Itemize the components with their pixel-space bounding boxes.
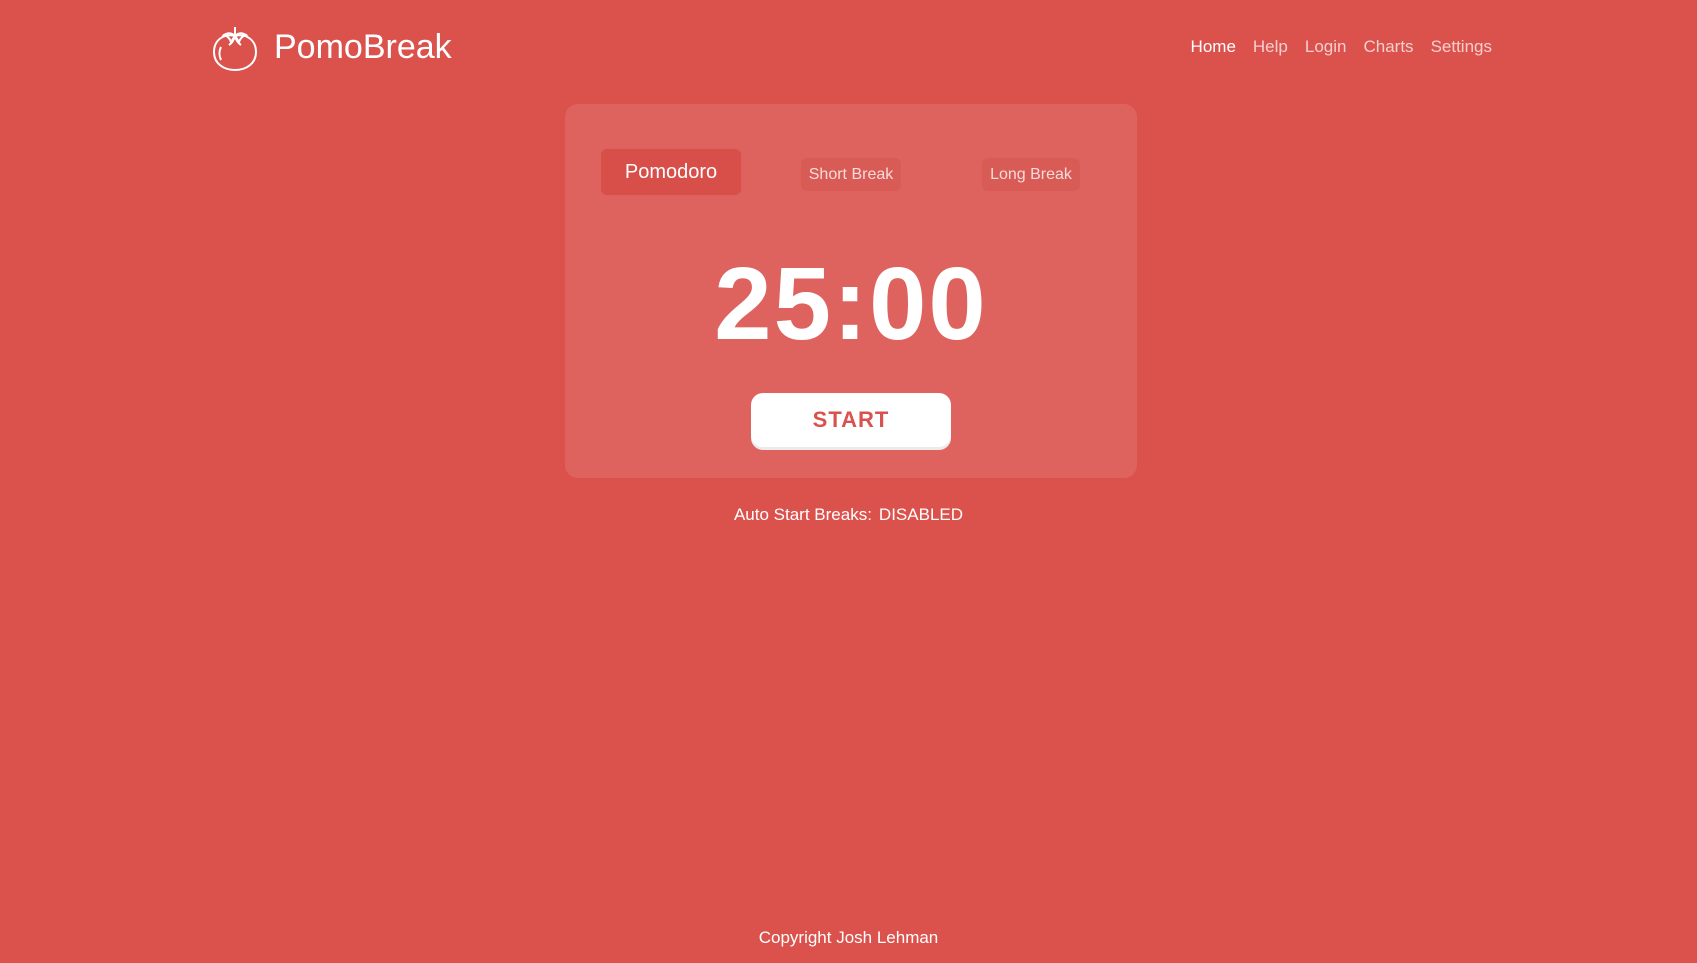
nav-login-link[interactable]: Login	[1305, 37, 1347, 57]
nav-home-link[interactable]: Home	[1191, 37, 1236, 57]
nav-settings-link[interactable]: Settings	[1431, 37, 1492, 57]
auto-start-value[interactable]: DISABLED	[879, 505, 963, 524]
copyright-text: Copyright Josh Lehman	[758, 928, 939, 947]
nav-charts-link[interactable]: Charts	[1363, 37, 1413, 57]
start-button[interactable]: START	[751, 393, 951, 447]
top-header: PomoBreak Home Help Login Charts Setting…	[210, 22, 1492, 74]
auto-start-label: Auto Start Breaks:	[733, 505, 872, 524]
tab-short-break[interactable]: Short Break	[801, 158, 901, 191]
timer-card: Pomodoro Short Break Long Break 25:00 ST…	[565, 104, 1137, 478]
nav-help-link[interactable]: Help	[1253, 37, 1288, 57]
auto-start-breaks-status: Auto Start Breaks: DISABLED	[0, 505, 1697, 525]
countdown-timer: 25:00	[714, 246, 988, 361]
pomobreak-page: { "header": { "brand_name": "PomoBreak",…	[0, 0, 1697, 963]
footer: Copyright Josh Lehman	[0, 928, 1697, 948]
tab-long-break[interactable]: Long Break	[982, 158, 1080, 191]
main-nav: Home Help Login Charts Settings	[1191, 37, 1492, 57]
tomato-icon	[210, 22, 260, 72]
brand[interactable]: PomoBreak	[210, 22, 452, 72]
brand-name: PomoBreak	[274, 28, 452, 66]
tab-pomodoro[interactable]: Pomodoro	[601, 149, 741, 195]
